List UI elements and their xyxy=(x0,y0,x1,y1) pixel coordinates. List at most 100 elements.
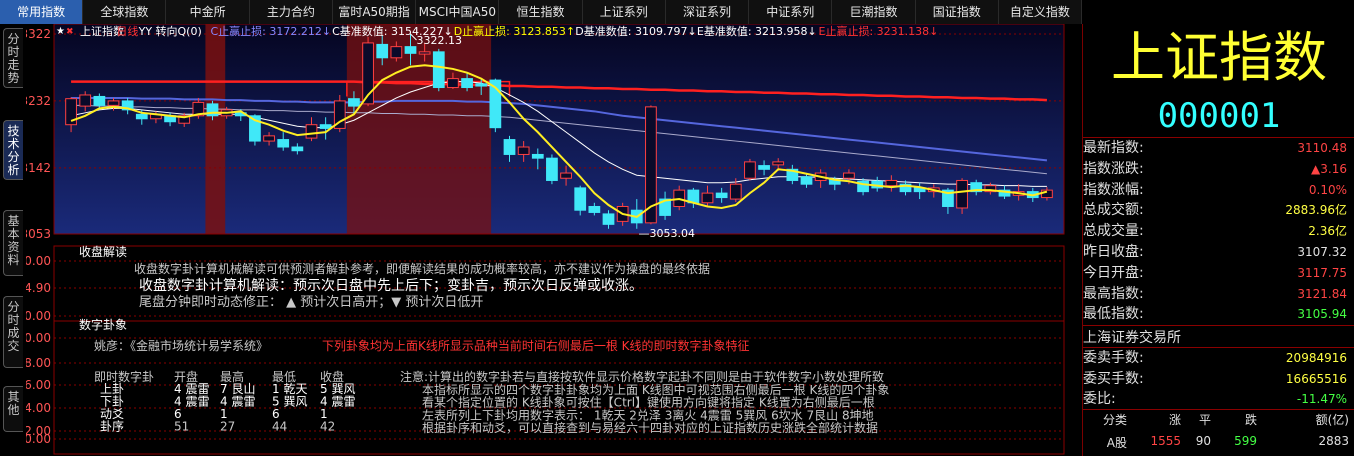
y-tick-label: 3053 xyxy=(26,227,51,241)
quote-label: 指数涨幅: xyxy=(1083,181,1144,198)
chart-area: 33223232314230533322.13—3053.04★✖上证指数日线Y… xyxy=(26,24,1065,455)
star-icon: ★ xyxy=(56,26,65,37)
breadth-header-cell: 分类 xyxy=(1102,413,1127,427)
hexagram-info-text: 注意:计算出的数字卦若与直接按软件显示价格数字起卦不同则是由于软件数字小数处理所… xyxy=(400,369,884,384)
breadth-header-cell: 涨 xyxy=(1168,413,1181,427)
quote-row: 最高指数: 3121.84 xyxy=(1083,284,1354,305)
tab-0[interactable]: 常用指数 xyxy=(0,0,84,24)
hexagram-note: 下列卦象均为上面K线所显示品种当前时间右侧最后一根 K线的即时数字卦象特征 xyxy=(322,338,750,353)
quote-label: 最低指数: xyxy=(1083,306,1144,323)
candle-body xyxy=(432,51,445,89)
quote-value: 3110.48 xyxy=(1297,141,1347,155)
quote-row: 昨日收盘: 3107.32 xyxy=(1083,242,1354,263)
quote-label: 昨日收盘: xyxy=(1083,244,1144,260)
y-tick-label: 0.00 xyxy=(26,432,51,446)
quote-label: 最高指数: xyxy=(1083,285,1144,302)
y-tick-label: 10.00 xyxy=(26,331,51,345)
candle-body xyxy=(277,139,290,148)
disclaimer-text: 收盘数字卦计算机械解读可供预测者解卦参考，即便解读结果的成功概率较高，亦不建议作… xyxy=(134,261,710,276)
side-tab-4[interactable]: 其他 xyxy=(3,386,23,432)
quote-value: 3107.32 xyxy=(1297,245,1347,259)
candle-body xyxy=(418,51,431,55)
tab-11[interactable]: 国证指数 xyxy=(916,0,999,24)
order-label: 委卖手数: xyxy=(1083,350,1144,366)
order-row: 委买手数: 16665516 xyxy=(1083,369,1354,390)
candle-body xyxy=(107,100,120,106)
tab-12[interactable]: 自定义指数 xyxy=(999,0,1083,24)
candle-body xyxy=(319,124,332,129)
quote-value: 3117.75 xyxy=(1297,265,1347,280)
low-price-label: —3053.04 xyxy=(639,227,696,240)
side-tab-2[interactable]: 基本资料 xyxy=(3,210,23,276)
order-value: 16665516 xyxy=(1285,371,1347,386)
candle-body xyxy=(390,46,403,59)
exchange-name: 上海证券交易所 xyxy=(1083,330,1181,346)
chart-header-item: E基准数值: 3213.958↓ xyxy=(697,25,817,38)
candle-body xyxy=(263,135,275,142)
tab-4[interactable]: 富时A50期指 xyxy=(333,0,417,24)
quote-label: 指数涨跌: xyxy=(1083,160,1144,177)
breadth-cell: 1555 xyxy=(1150,434,1181,448)
quote-value: ▲3.16 xyxy=(1311,161,1347,176)
side-tab-3[interactable]: 分时成交 xyxy=(3,296,23,368)
chart-header-item: C基准数值: 3154.227↓ xyxy=(332,25,453,38)
tab-9[interactable]: 中证系列 xyxy=(749,0,833,24)
order-row: 委卖手数: 20984916 xyxy=(1083,348,1354,369)
quote-row: 最低指数: 3105.94 xyxy=(1083,304,1354,325)
side-tab-0[interactable]: 分时走势 xyxy=(3,28,23,88)
breadth-header-cell: 跌 xyxy=(1244,413,1257,427)
quote-value: 0.10% xyxy=(1308,182,1347,197)
candle-body xyxy=(376,43,389,59)
tab-8[interactable]: 深证系列 xyxy=(666,0,750,24)
candle-body xyxy=(135,113,148,120)
chart-header-item: 日线 xyxy=(116,24,138,38)
candle-body xyxy=(1041,189,1053,199)
candle-body xyxy=(744,161,756,179)
candle-body xyxy=(93,95,106,106)
chart-header-item: YY 转向Q(0) xyxy=(138,24,202,38)
hexagram-cell: 27 xyxy=(220,420,235,434)
hexagram-info-text: 本指标所显示的四个数字卦卦象均为上面 K线图中可视范围右侧最后一根 K线的四个卦… xyxy=(422,382,889,397)
tail-adjust-text: 尾盘分钟即时动态修正： ▲ 预计次日高开；▼ 预计次日低开 xyxy=(139,294,483,310)
breadth-cell: 2883 xyxy=(1318,434,1349,448)
quote-row: 总成交额: 2883.96亿 xyxy=(1083,200,1354,221)
candle-body xyxy=(701,192,714,204)
order-value: -11.47% xyxy=(1296,392,1347,406)
candle-body xyxy=(546,157,558,181)
y-tick-label: 4.90 xyxy=(26,281,51,295)
candle-body xyxy=(715,192,728,199)
quote-row: 今日开盘: 3117.75 xyxy=(1083,263,1354,284)
y-tick-label: 6.00 xyxy=(26,378,51,392)
candle-body xyxy=(772,161,785,166)
tab-1[interactable]: 全球指数 xyxy=(83,0,167,24)
panel-title: 数字卦象 xyxy=(79,317,127,332)
side-tab-1[interactable]: 技术分析 xyxy=(3,120,23,180)
candle-body xyxy=(517,146,530,155)
tab-2[interactable]: 中金所 xyxy=(166,0,250,24)
quote-row: 指数涨跌: ▲3.16 xyxy=(1083,159,1354,180)
close-icon: ✖ xyxy=(66,27,74,37)
tab-3[interactable]: 主力合约 xyxy=(250,0,333,24)
origin-text: 姚彦：《金融市场统计易学系统》 xyxy=(94,338,268,353)
tab-5[interactable]: MSCI中国A50 xyxy=(416,0,500,24)
view-side-tabs: 分时走势技术分析基本资料分时成交其他 xyxy=(0,24,26,456)
hexagram-info-text: 左表所列上下卦均用数字表示： 1乾天 2兑泽 3离火 4震雷 5巽风 6坎水 7… xyxy=(422,407,874,422)
hexagram-info-text: 根据卦序和动爻，可以直接查到与易经六十四卦对应的上证指数历史涨跌全部统计数据 xyxy=(422,420,878,435)
hexagram-cell: 42 xyxy=(320,420,335,434)
chart-header-item: E止赢止损: 3231.138↓ xyxy=(819,24,939,38)
tab-7[interactable]: 上证系列 xyxy=(583,0,666,24)
candle-body xyxy=(729,183,742,200)
quote-row: 指数涨幅: 0.10% xyxy=(1083,180,1354,201)
candle-body xyxy=(758,165,770,170)
candle-body xyxy=(79,94,92,107)
quote-value: 2883.96亿 xyxy=(1285,203,1347,218)
quote-label: 总成交额: xyxy=(1083,202,1144,219)
tab-6[interactable]: 恒生指数 xyxy=(499,0,583,24)
candle-body xyxy=(560,172,572,179)
y-tick-label: 0.00 xyxy=(26,309,51,323)
panel-title: 收盘解读 xyxy=(79,244,127,259)
candle-body xyxy=(843,172,855,179)
divider xyxy=(1083,409,1354,410)
tab-10[interactable]: 巨潮指数 xyxy=(832,0,916,24)
y-tick-label: 3232 xyxy=(26,94,51,108)
